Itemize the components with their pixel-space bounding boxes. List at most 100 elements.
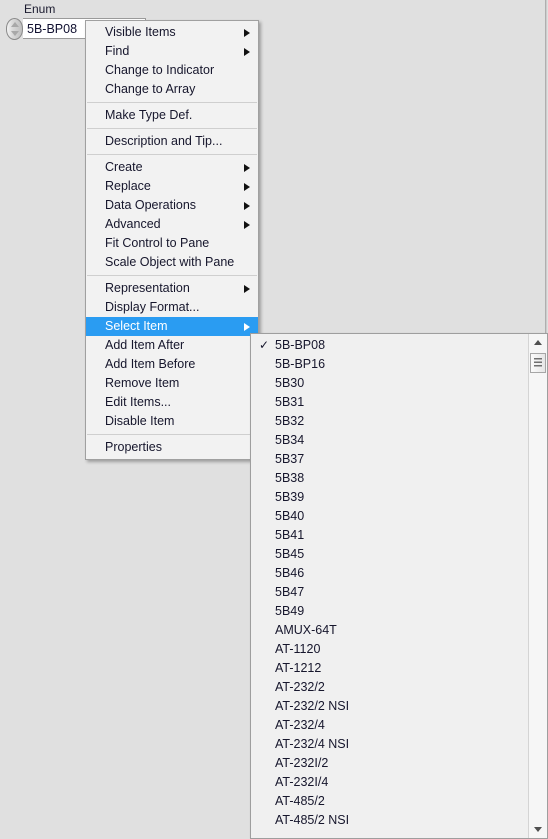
select-item-option[interactable]: 5B49	[251, 602, 519, 621]
menu-item-disable-item[interactable]: Disable Item	[86, 412, 258, 431]
select-item-option-label: 5B-BP16	[275, 357, 326, 371]
context-menu[interactable]: Visible Items Find Change to Indicator Chan…	[85, 20, 259, 460]
menu-separator	[87, 102, 257, 103]
select-item-option[interactable]: AT-1120	[251, 640, 519, 659]
select-item-option[interactable]: AMUX-64T	[251, 621, 519, 640]
submenu-arrow-icon	[244, 29, 250, 37]
select-item-option[interactable]: AT-232/4 NSI	[251, 735, 519, 754]
menu-item-label: Add Item After	[105, 338, 185, 352]
menu-item-edit-items[interactable]: Edit Items...	[86, 393, 258, 412]
menu-item-data-operations[interactable]: Data Operations	[86, 196, 258, 215]
submenu-arrow-icon	[244, 202, 250, 210]
select-item-option-label: AT-1120	[275, 642, 321, 656]
submenu-arrow-icon	[244, 221, 250, 229]
menu-item-scale-object-with-pane[interactable]: Scale Object with Pane	[86, 253, 258, 272]
select-item-option[interactable]: 5B30	[251, 374, 519, 393]
menu-item-label: Remove Item	[105, 376, 180, 390]
menu-separator	[87, 154, 257, 155]
menu-item-label: Disable Item	[105, 414, 175, 428]
select-item-option[interactable]: AT-232/2 NSI	[251, 697, 519, 716]
scrollbar-grip-icon	[534, 358, 542, 367]
select-item-option[interactable]: 5B38	[251, 469, 519, 488]
select-item-option-label: 5B32	[275, 414, 305, 428]
select-item-option[interactable]: AT-1212	[251, 659, 519, 678]
select-item-option-label: 5B-BP08	[275, 338, 326, 352]
menu-item-label: Description and Tip...	[105, 134, 223, 148]
select-item-option-label: 5B34	[275, 433, 305, 447]
menu-item-make-type-def[interactable]: Make Type Def.	[86, 106, 258, 125]
select-item-option[interactable]: AT-232/2	[251, 678, 519, 697]
select-item-option[interactable]: 5B47	[251, 583, 519, 602]
select-item-option-label: 5B31	[275, 395, 305, 409]
select-item-option[interactable]: 5B39	[251, 488, 519, 507]
menu-item-label: Add Item Before	[105, 357, 196, 371]
select-item-option-label: AT-232I/4	[275, 775, 329, 789]
menu-separator	[87, 275, 257, 276]
menu-item-select-item[interactable]: Select Item	[86, 317, 258, 336]
menu-item-label: Visible Items	[105, 25, 176, 39]
menu-item-change-to-array[interactable]: Change to Array	[86, 80, 258, 99]
select-item-option-label: 5B37	[275, 452, 305, 466]
select-item-option[interactable]: 5B37	[251, 450, 519, 469]
triangle-up-icon	[534, 340, 542, 345]
menu-item-label: Find	[105, 44, 130, 58]
menu-item-add-item-before[interactable]: Add Item Before	[86, 355, 258, 374]
select-item-option[interactable]: 5B45	[251, 545, 519, 564]
menu-item-label: Make Type Def.	[105, 108, 193, 122]
select-item-submenu[interactable]: ✓ 5B-BP08 5B-BP16 5B30 5B31 5B32 5B34 5B37 5B38 5…	[250, 333, 548, 839]
select-item-option[interactable]: 5B-BP16	[251, 355, 519, 374]
select-item-option[interactable]: AT-232/4	[251, 716, 519, 735]
select-item-option-label: AT-232I/2	[275, 756, 329, 770]
menu-item-add-item-after[interactable]: Add Item After	[86, 336, 258, 355]
select-item-option-label: 5B49	[275, 604, 305, 618]
select-item-option[interactable]: 5B34	[251, 431, 519, 450]
select-item-option-label: 5B40	[275, 509, 305, 523]
select-item-option[interactable]: AT-232I/2	[251, 754, 519, 773]
scrollbar-up-button[interactable]	[529, 334, 547, 351]
select-item-option[interactable]: 5B32	[251, 412, 519, 431]
select-item-option[interactable]: AT-232I/4	[251, 773, 519, 792]
select-item-list[interactable]: ✓ 5B-BP08 5B-BP16 5B30 5B31 5B32 5B34 5B37 5B38 5…	[251, 336, 519, 836]
submenu-scrollbar[interactable]	[528, 334, 547, 838]
enum-value-text: 5B-BP08	[27, 22, 78, 36]
menu-item-replace[interactable]: Replace	[86, 177, 258, 196]
menu-item-label: Change to Indicator	[105, 63, 215, 77]
scrollbar-down-button[interactable]	[529, 821, 547, 838]
select-item-option[interactable]: 5B41	[251, 526, 519, 545]
select-item-option[interactable]: AT-485/2	[251, 792, 519, 811]
select-item-option[interactable]: AT-485/2 NSI	[251, 811, 519, 830]
submenu-arrow-icon	[244, 164, 250, 172]
menu-item-properties[interactable]: Properties	[86, 438, 258, 457]
triangle-down-icon[interactable]	[11, 31, 19, 36]
menu-item-label: Fit Control to Pane	[105, 236, 210, 250]
menu-item-label: Create	[105, 160, 143, 174]
menu-item-find[interactable]: Find	[86, 42, 258, 61]
select-item-option-label: 5B41	[275, 528, 305, 542]
application-window: Enum 5B-BP08 Visible Items Find Change to …	[0, 0, 548, 839]
select-item-option[interactable]: 5B40	[251, 507, 519, 526]
menu-item-change-to-indicator[interactable]: Change to Indicator	[86, 61, 258, 80]
menu-item-fit-control-to-pane[interactable]: Fit Control to Pane	[86, 234, 258, 253]
enum-label: Enum	[24, 2, 56, 16]
menu-item-label: Representation	[105, 281, 190, 295]
select-item-option-label: AT-232/4	[275, 718, 325, 732]
menu-item-advanced[interactable]: Advanced	[86, 215, 258, 234]
menu-item-description-and-tip[interactable]: Description and Tip...	[86, 132, 258, 151]
menu-item-label: Edit Items...	[105, 395, 171, 409]
menu-item-display-format[interactable]: Display Format...	[86, 298, 258, 317]
menu-separator	[87, 128, 257, 129]
scrollbar-thumb[interactable]	[530, 353, 546, 373]
menu-item-visible-items[interactable]: Visible Items	[86, 23, 258, 42]
menu-item-remove-item[interactable]: Remove Item	[86, 374, 258, 393]
select-item-option-label: 5B30	[275, 376, 305, 390]
enum-spinner[interactable]	[6, 18, 23, 40]
triangle-up-icon[interactable]	[11, 22, 19, 27]
triangle-down-icon	[534, 827, 542, 832]
select-item-option[interactable]: 5B46	[251, 564, 519, 583]
select-item-option[interactable]: 5B31	[251, 393, 519, 412]
submenu-arrow-icon	[244, 285, 250, 293]
select-item-option-label: 5B39	[275, 490, 305, 504]
menu-item-create[interactable]: Create	[86, 158, 258, 177]
select-item-option[interactable]: ✓ 5B-BP08	[251, 336, 519, 355]
menu-item-representation[interactable]: Representation	[86, 279, 258, 298]
